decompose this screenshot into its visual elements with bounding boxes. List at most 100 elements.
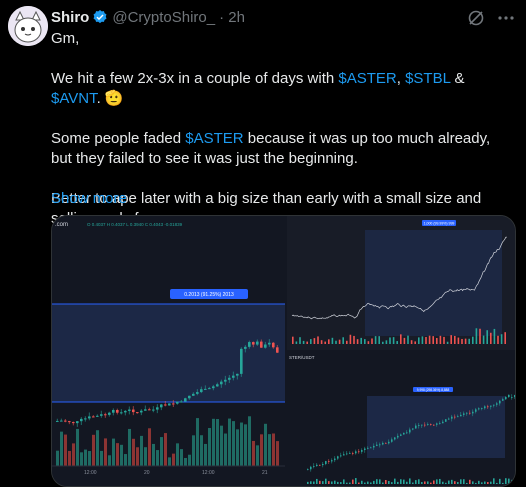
media-grid[interactable]: 0.2013 (91.25%) 2013 .com O 0.4037 H 0.4… (51, 215, 516, 487)
volume-bar (468, 338, 470, 344)
candle-body (418, 425, 420, 426)
more-options-icon[interactable] (496, 8, 516, 28)
candle-body (400, 434, 402, 436)
volume-bar (338, 339, 341, 344)
volume-bar (116, 443, 119, 466)
volume-bar (356, 339, 359, 344)
volume-bar (421, 336, 424, 344)
candle-body (248, 342, 251, 347)
candle-body (415, 425, 417, 429)
volume-bar (256, 445, 259, 466)
volume-bar (76, 428, 79, 466)
volume-bar (472, 481, 474, 484)
candle-body (184, 398, 187, 402)
volume-bar (272, 433, 275, 466)
volume-bar (240, 422, 243, 466)
volume-bar (502, 482, 504, 484)
candle-body (322, 463, 324, 466)
volume-bar (493, 478, 495, 484)
volume-bar (156, 450, 159, 466)
candle-body (361, 450, 363, 452)
volume-bar (371, 338, 373, 344)
candle-body (409, 429, 411, 433)
volume-bar (514, 482, 515, 484)
volume-bar (508, 478, 510, 484)
candle-body (355, 451, 357, 454)
candle-body (264, 344, 267, 348)
candle-body (394, 437, 396, 440)
volume-bar (418, 337, 420, 344)
avatar[interactable] (8, 6, 48, 46)
candle-body (120, 412, 123, 414)
volume-bar (445, 482, 447, 484)
volume-bar (410, 340, 413, 344)
media-chart-left[interactable]: 0.2013 (91.25%) 2013 .com O 0.4037 H 0.4… (52, 216, 285, 486)
volume-bar (152, 443, 155, 466)
volume-bar (391, 482, 393, 484)
x-tick: 12:00 (202, 470, 215, 476)
grok-icon[interactable] (466, 8, 486, 28)
volume-bar (479, 328, 481, 344)
volume-bar (260, 434, 263, 466)
author-handle[interactable]: @CryptoShiro_ (112, 9, 215, 26)
candle-body (493, 404, 495, 406)
show-more-link[interactable]: Show more (51, 190, 127, 207)
author-name[interactable]: Shiro (51, 9, 89, 26)
media-chart-top-right[interactable]: 1,000 (99.99%) 999 (287, 216, 515, 350)
volume-bar (96, 430, 99, 466)
volume-bar (490, 332, 492, 344)
cashtag-aster[interactable]: $ASTER (338, 70, 396, 87)
candle-body (156, 407, 159, 410)
volume-bar (313, 481, 315, 484)
volume-bar (337, 481, 339, 484)
candle-body (436, 423, 438, 425)
svg-text:O 0.4037 H 0.4037 L 0.3940 C 0: O 0.4037 H 0.4037 L 0.3940 C 0.4043 -0.0… (87, 222, 183, 227)
candle-body (391, 439, 393, 442)
candle-body (68, 421, 71, 423)
volume-bar (60, 431, 63, 466)
volume-bar (463, 479, 465, 484)
candle-body (403, 432, 405, 435)
volume-bar (232, 421, 235, 466)
volume-bar (450, 335, 452, 344)
candle-body (252, 342, 255, 345)
volume-bar (406, 481, 408, 484)
candle-body (244, 346, 247, 349)
candle-body (96, 415, 99, 417)
candle-body (334, 458, 336, 461)
tweet-paragraph-faded: Some people faded $ASTER because it was … (51, 130, 491, 167)
media-chart-bottom-right[interactable]: STER/USDT 9,998 (298.36%) 8,888 (287, 352, 515, 486)
candle-body (80, 418, 83, 422)
range-label-br: 9,998 (298.36%) 8,888 (417, 388, 450, 392)
timestamp[interactable]: · 2h (219, 9, 245, 26)
volume-bar (400, 479, 402, 484)
volume-bar (64, 434, 67, 466)
volume-bar (192, 435, 195, 466)
candle-body (454, 416, 456, 418)
volume-bar (104, 438, 107, 466)
volume-bar (407, 335, 409, 344)
candle-body (316, 464, 318, 467)
verified-badge-icon (92, 9, 108, 25)
candle-body (268, 342, 271, 345)
volume-bar (436, 479, 438, 484)
volume-bar (352, 479, 354, 484)
candle-body (276, 347, 279, 353)
volume-bar (80, 452, 83, 466)
volume-bar (349, 334, 352, 344)
volume-bar (128, 428, 131, 466)
cashtag-avnt[interactable]: $AVNT (51, 90, 97, 107)
cashtag-aster-2[interactable]: $ASTER (185, 130, 243, 147)
candle-body (192, 393, 195, 396)
candle-body (260, 341, 263, 348)
volume-bar (313, 338, 316, 344)
volume-bar (252, 440, 255, 466)
volume-bar (236, 429, 239, 466)
volume-bar (172, 453, 175, 466)
candle-body (442, 421, 444, 424)
x-tick: 12:00 (84, 470, 97, 476)
candle-body (358, 451, 360, 453)
volume-bar (319, 480, 321, 484)
cashtag-stbl[interactable]: $STBL (405, 70, 450, 87)
volume-bar (136, 447, 139, 466)
